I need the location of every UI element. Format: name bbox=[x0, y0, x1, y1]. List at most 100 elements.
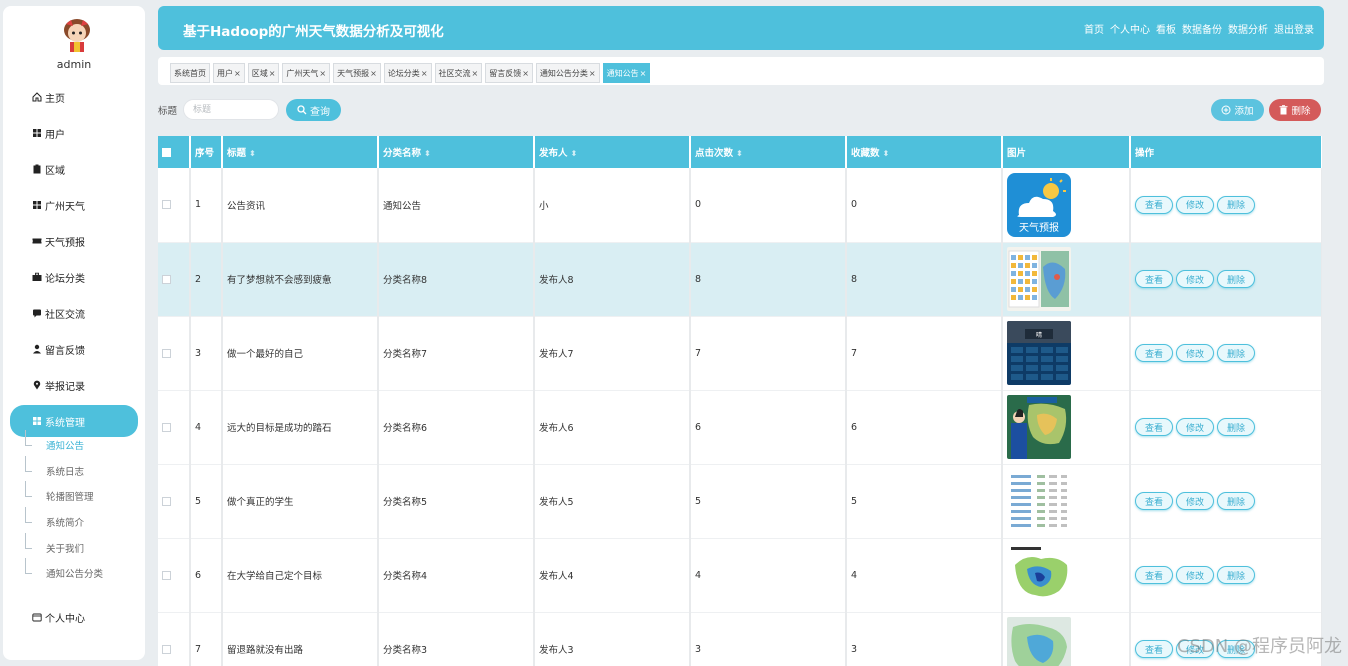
close-icon[interactable]: × bbox=[234, 69, 241, 78]
sidebar-item-9[interactable]: 举报记录 bbox=[10, 369, 138, 401]
sidebar-item-6[interactable]: 论坛分类 bbox=[10, 261, 138, 293]
sidebar-item-3[interactable]: 区域 bbox=[10, 153, 138, 185]
top-nav-link[interactable]: 首页 bbox=[1084, 21, 1104, 36]
close-icon[interactable]: × bbox=[421, 69, 428, 78]
weather-map-screenshot[interactable] bbox=[1007, 247, 1128, 311]
table-row[interactable]: 5 做个真正的学生 分类名称5 发布人5 5 5 查看 修改 删除 bbox=[158, 464, 1322, 539]
sidebar-item-5[interactable]: 天气预报 bbox=[10, 225, 138, 257]
checkbox[interactable] bbox=[162, 644, 171, 654]
sidebar-subitem-6[interactable]: 通知公告分类 bbox=[25, 558, 135, 584]
checkbox[interactable] bbox=[162, 348, 171, 358]
sidebar-subitem-5[interactable]: 关于我们 bbox=[25, 533, 135, 559]
checkbox[interactable] bbox=[162, 274, 171, 284]
column-header[interactable]: 标题 ⬍ bbox=[222, 136, 379, 168]
close-icon[interactable]: × bbox=[269, 69, 276, 78]
tab-6[interactable]: 论坛分类 × bbox=[383, 63, 432, 83]
tab-5[interactable]: 天气预报 × bbox=[333, 63, 381, 83]
table-row[interactable]: 2 有了梦想就不会感到疲惫 分类名称8 发布人8 8 8 查看 修改 删除 bbox=[158, 242, 1322, 317]
view-button[interactable]: 查看 bbox=[1135, 418, 1173, 436]
delete-row-button[interactable]: 删除 bbox=[1217, 566, 1255, 584]
sort-icon[interactable]: ⬍ bbox=[424, 149, 431, 158]
close-icon[interactable]: × bbox=[522, 69, 529, 78]
table-row[interactable]: 6 在大学给自己定个目标 分类名称4 发布人4 4 4 查看 修改 删除 bbox=[158, 538, 1322, 613]
weather-table-screenshot[interactable] bbox=[1007, 469, 1128, 533]
weather-phone-screenshot[interactable]: 晴 bbox=[1007, 321, 1128, 385]
view-button[interactable]: 查看 bbox=[1135, 566, 1173, 584]
tab-3[interactable]: 区域 × bbox=[247, 63, 280, 83]
sort-icon[interactable]: ⬍ bbox=[249, 149, 256, 158]
edit-button[interactable]: 修改 bbox=[1176, 195, 1214, 214]
sidebar-subitem-2[interactable]: 系统日志 bbox=[25, 456, 135, 482]
table-row[interactable]: 7 留退路就没有出路 分类名称3 发布人3 3 3 查看 修改 删除 bbox=[158, 612, 1322, 666]
data-table-container: 序号 标题 ⬍ 分类名称 ⬍ 发布人 ⬍ 点击次数 ⬍ 收藏数 ⬍ 图片 操作 1 公告资讯 通知公告小 0 0… bbox=[158, 136, 1322, 666]
top-nav-link[interactable]: 数据备份 bbox=[1182, 21, 1222, 36]
top-nav-link[interactable]: 数据分析 bbox=[1228, 21, 1268, 36]
view-button[interactable]: 查看 bbox=[1135, 195, 1173, 214]
delete-row-button[interactable]: 删除 bbox=[1217, 195, 1255, 214]
edit-button[interactable]: 修改 bbox=[1176, 344, 1214, 362]
sidebar-subitem-3[interactable]: 轮播图管理 bbox=[25, 481, 135, 507]
sidebar-item-7[interactable]: 社区交流 bbox=[10, 297, 138, 329]
query-button[interactable]: 查询 bbox=[286, 99, 341, 121]
edit-button[interactable]: 修改 bbox=[1176, 566, 1214, 584]
sidebar-item-2[interactable]: 用户 bbox=[10, 117, 138, 149]
close-icon[interactable]: × bbox=[640, 69, 647, 78]
column-header[interactable]: 分类名称 ⬍ bbox=[378, 136, 535, 168]
tab-1[interactable]: 系统首页 bbox=[170, 63, 210, 83]
view-button[interactable]: 查看 bbox=[1135, 492, 1173, 510]
sidebar-item-11[interactable]: 个人中心 bbox=[10, 601, 138, 633]
column-header[interactable]: 收藏数 ⬍ bbox=[846, 136, 1003, 168]
tab-4[interactable]: 广州天气 × bbox=[282, 63, 331, 83]
close-icon[interactable]: × bbox=[370, 69, 377, 78]
sidebar-subitem-4[interactable]: 系统简介 bbox=[25, 507, 135, 533]
checkbox[interactable] bbox=[162, 422, 171, 432]
table-row[interactable]: 3 做一个最好的自己 分类名称7 发布人7 7 7 晴查看 修改 删除 bbox=[158, 316, 1322, 391]
tab-2[interactable]: 用户 × bbox=[213, 63, 245, 83]
header-select-all[interactable] bbox=[158, 136, 191, 168]
sidebar-item-1[interactable]: 主页 bbox=[10, 81, 138, 113]
checkbox[interactable] bbox=[162, 147, 171, 157]
tab-8[interactable]: 留言反馈 × bbox=[485, 63, 533, 83]
delete-button[interactable]: 删除 bbox=[1269, 99, 1321, 121]
avatar[interactable] bbox=[61, 18, 93, 54]
top-nav-link[interactable]: 看板 bbox=[1156, 21, 1176, 36]
view-button[interactable]: 查看 bbox=[1135, 344, 1173, 362]
view-button[interactable]: 查看 bbox=[1135, 640, 1173, 658]
search-input[interactable] bbox=[183, 99, 279, 120]
delete-row-button[interactable]: 删除 bbox=[1217, 418, 1255, 436]
weather-broadcast-photo[interactable] bbox=[1007, 395, 1128, 459]
edit-button[interactable]: 修改 bbox=[1176, 492, 1214, 510]
sidebar-item-8[interactable]: 留言反馈 bbox=[10, 333, 138, 365]
table-row[interactable]: 1 公告资讯 通知公告小 0 0 天气预报 查看 修改 删除 bbox=[158, 168, 1322, 243]
checkbox[interactable] bbox=[162, 200, 171, 210]
close-icon[interactable]: × bbox=[589, 69, 596, 78]
delete-row-button[interactable]: 删除 bbox=[1217, 492, 1255, 510]
checkbox[interactable] bbox=[162, 496, 171, 506]
add-button[interactable]: 添加 bbox=[1211, 99, 1264, 121]
view-button[interactable]: 查看 bbox=[1135, 270, 1173, 288]
table-row[interactable]: 4 远大的目标是成功的踏石 分类名称6 发布人6 6 6 查看 修改 删除 bbox=[158, 390, 1322, 465]
top-nav-link[interactable]: 个人中心 bbox=[1110, 21, 1150, 36]
close-icon[interactable]: × bbox=[319, 69, 326, 78]
sidebar-item-4[interactable]: 广州天气 bbox=[10, 189, 138, 221]
tab-7[interactable]: 社区交流 × bbox=[434, 63, 483, 83]
rain-distribution-map[interactable] bbox=[1007, 543, 1128, 607]
delete-row-button[interactable]: 删除 bbox=[1217, 270, 1255, 288]
column-header[interactable]: 点击次数 ⬍ bbox=[690, 136, 847, 168]
checkbox[interactable] bbox=[162, 570, 171, 580]
edit-button[interactable]: 修改 bbox=[1176, 270, 1214, 288]
close-icon[interactable]: × bbox=[472, 69, 479, 78]
column-header: 序号 bbox=[190, 136, 223, 168]
tab-10[interactable]: 通知公告 × bbox=[602, 63, 651, 83]
weather-app-icon[interactable]: 天气预报 bbox=[1007, 172, 1128, 237]
tab-9[interactable]: 通知公告分类 × bbox=[535, 63, 600, 83]
weather-map[interactable] bbox=[1007, 617, 1128, 666]
top-nav-link[interactable]: 退出登录 bbox=[1274, 21, 1314, 36]
sort-icon[interactable]: ⬍ bbox=[883, 149, 890, 158]
edit-button[interactable]: 修改 bbox=[1176, 418, 1214, 436]
sort-icon[interactable]: ⬍ bbox=[736, 149, 743, 158]
sort-icon[interactable]: ⬍ bbox=[571, 149, 578, 158]
column-header[interactable]: 发布人 ⬍ bbox=[534, 136, 691, 168]
delete-row-button[interactable]: 删除 bbox=[1217, 344, 1255, 362]
sidebar-subitem-1[interactable]: 通知公告 bbox=[25, 430, 135, 456]
